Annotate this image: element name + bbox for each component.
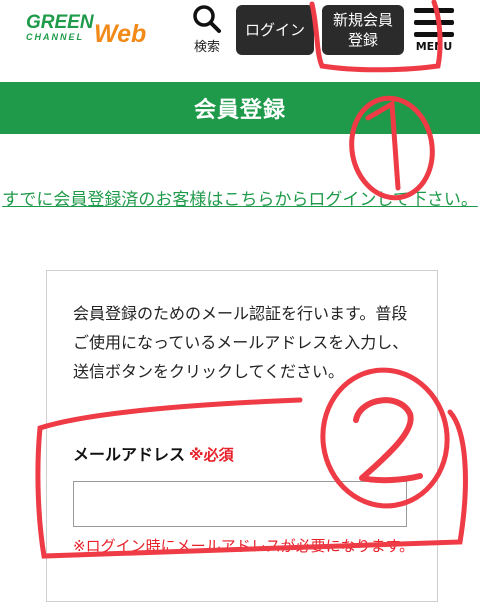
existing-member-login-link[interactable]: すでに会員登録済のお客様はこちらからログインして下さい。 xyxy=(0,186,480,214)
logo-text-green: GREEN xyxy=(26,12,95,33)
logo-text-channel: CHANNEL xyxy=(26,32,84,42)
intro-text: 会員登録のためのメール認証を行います。普段ご使用になっているメールアドレスを入力… xyxy=(73,304,409,381)
register-button[interactable]: 新規会員 登録 xyxy=(322,5,404,55)
required-badge: ※必須 xyxy=(189,446,234,464)
email-input[interactable] xyxy=(73,481,407,527)
site-logo[interactable]: GREEN CHANNEL Web xyxy=(26,8,156,48)
page-title: 会員登録 xyxy=(0,82,480,134)
menu-button[interactable]: MENU xyxy=(410,6,458,56)
search-icon xyxy=(193,5,221,33)
logo-graphic: GREEN CHANNEL Web xyxy=(26,12,146,48)
email-field-label: メールアドレス ※必須 xyxy=(73,441,234,465)
email-label-text: メールアドレス xyxy=(73,445,186,464)
logo-text-web: Web xyxy=(94,20,146,44)
login-button[interactable]: ログイン xyxy=(236,5,314,55)
registration-form: 会員登録のためのメール認証を行います。普段ご使用になっているメールアドレスを入力… xyxy=(46,270,438,602)
search-button[interactable]: 検索 xyxy=(186,4,228,56)
menu-label: MENU xyxy=(415,40,453,53)
hamburger-icon xyxy=(414,8,454,13)
search-label: 検索 xyxy=(193,40,220,55)
site-header: GREEN CHANNEL Web 検索 ログイン 新規会員 登録 MENU xyxy=(0,0,480,86)
email-note: ※ログイン時にメールアドレスが必要になります。 xyxy=(73,537,415,555)
